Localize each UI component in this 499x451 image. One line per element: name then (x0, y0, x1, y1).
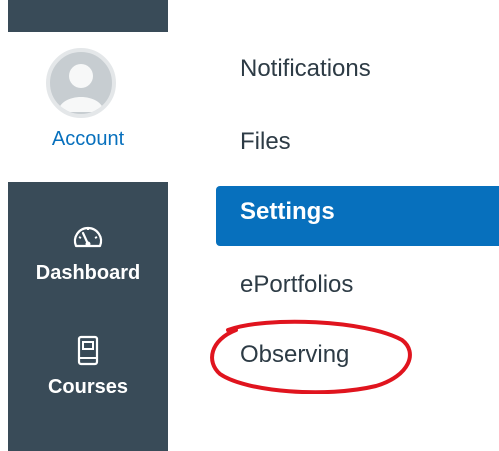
menu-item-label: Settings (240, 198, 335, 225)
menu-item-files[interactable]: Files (216, 117, 499, 167)
nav-label-dashboard: Dashboard (35, 262, 141, 284)
menu-item-label: Observing (240, 341, 350, 368)
menu-item-settings[interactable]: Settings (216, 186, 499, 246)
menu-item-eportfolios[interactable]: ePortfolios (216, 260, 499, 310)
menu-item-label: Files (240, 128, 291, 155)
nav-label-courses: Courses (47, 376, 129, 398)
nav-item-courses[interactable]: Courses (8, 334, 168, 399)
global-nav-account[interactable]: Account (8, 32, 168, 182)
dashboard-gauge-icon (73, 226, 103, 248)
menu-item-observing[interactable]: Observing (216, 330, 499, 380)
global-nav: Dashboard Courses (8, 182, 168, 451)
book-icon (77, 335, 99, 366)
account-menu: Notifications Files Settings ePortfolios… (216, 0, 499, 451)
menu-item-label: ePortfolios (240, 271, 354, 298)
global-nav-top (8, 0, 168, 32)
user-silhouette-icon (58, 64, 104, 112)
menu-item-notifications[interactable]: Notifications (216, 44, 499, 94)
nav-item-dashboard[interactable]: Dashboard (8, 220, 168, 285)
menu-item-label: Notifications (240, 55, 371, 82)
account-label[interactable]: Account (8, 128, 168, 151)
avatar[interactable] (46, 48, 116, 118)
